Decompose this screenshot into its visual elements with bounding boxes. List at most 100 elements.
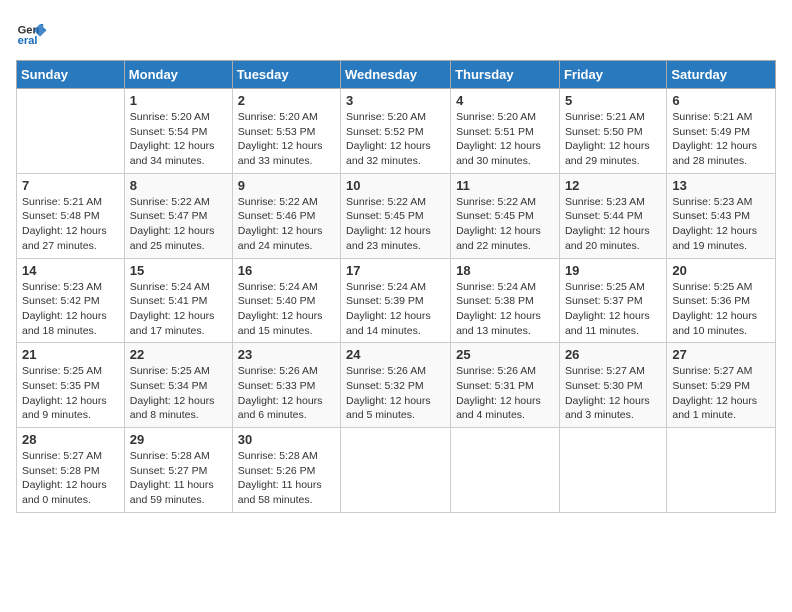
day-number: 27 bbox=[672, 347, 770, 362]
calendar-cell bbox=[451, 428, 560, 513]
calendar-cell: 22Sunrise: 5:25 AM Sunset: 5:34 PM Dayli… bbox=[124, 343, 232, 428]
calendar-cell: 19 Sunrise: 5:25 AM Sunset: 5:37 PM Dayli… bbox=[559, 258, 666, 343]
day-info: Sunrise: 5:20 AM Sunset: 5:52 PM Dayligh… bbox=[346, 110, 445, 169]
calendar-cell: 12 Sunrise: 5:23 AM Sunset: 5:44 PM Dayli… bbox=[559, 173, 666, 258]
day-number: 26 bbox=[565, 347, 661, 362]
day-number: 6 bbox=[672, 93, 770, 108]
day-number: 5 bbox=[565, 93, 661, 108]
calendar-cell: 18 Sunrise: 5:24 AM Sunset: 5:38 PM Dayli… bbox=[451, 258, 560, 343]
page-header: Gen eral bbox=[16, 16, 776, 48]
day-info: Sunrise: 5:24 AM Sunset: 5:40 PM Dayligh… bbox=[238, 280, 335, 339]
calendar-cell: 30Sunrise: 5:28 AM Sunset: 5:26 PM Dayli… bbox=[232, 428, 340, 513]
calendar-cell: 25Sunrise: 5:26 AM Sunset: 5:31 PM Dayli… bbox=[451, 343, 560, 428]
day-number: 9 bbox=[238, 178, 335, 193]
day-info: Sunrise: 5:22 AM Sunset: 5:45 PM Dayligh… bbox=[456, 195, 554, 254]
calendar-cell: 24 Sunrise: 5:26 AM Sunset: 5:32 PM Dayli… bbox=[341, 343, 451, 428]
calendar-cell bbox=[559, 428, 666, 513]
day-number: 18 bbox=[456, 263, 554, 278]
day-number: 11 bbox=[456, 178, 554, 193]
calendar-cell bbox=[667, 428, 776, 513]
day-info: Sunrise: 5:25 AM Sunset: 5:36 PM Dayligh… bbox=[672, 280, 770, 339]
col-header-sunday: Sunday bbox=[17, 61, 125, 89]
day-number: 20 bbox=[672, 263, 770, 278]
day-info: Sunrise: 5:27 AM Sunset: 5:30 PM Dayligh… bbox=[565, 364, 661, 423]
day-number: 24 bbox=[346, 347, 445, 362]
col-header-wednesday: Wednesday bbox=[341, 61, 451, 89]
calendar-cell: 20 Sunrise: 5:25 AM Sunset: 5:36 PM Dayli… bbox=[667, 258, 776, 343]
calendar-cell: 14 Sunrise: 5:23 AM Sunset: 5:42 PM Dayli… bbox=[17, 258, 125, 343]
day-info: Sunrise: 5:25 AM Sunset: 5:37 PM Dayligh… bbox=[565, 280, 661, 339]
calendar-table: SundayMondayTuesdayWednesdayThursdayFrid… bbox=[16, 60, 776, 513]
day-number: 22 bbox=[130, 347, 227, 362]
calendar-cell: 2 Sunrise: 5:20 AM Sunset: 5:53 PM Daylig… bbox=[232, 89, 340, 174]
day-number: 7 bbox=[22, 178, 119, 193]
day-number: 19 bbox=[565, 263, 661, 278]
calendar-cell: 4 Sunrise: 5:20 AM Sunset: 5:51 PM Daylig… bbox=[451, 89, 560, 174]
calendar-cell: 8 Sunrise: 5:22 AM Sunset: 5:47 PM Daylig… bbox=[124, 173, 232, 258]
day-number: 12 bbox=[565, 178, 661, 193]
day-info: Sunrise: 5:21 AM Sunset: 5:50 PM Dayligh… bbox=[565, 110, 661, 169]
day-number: 25 bbox=[456, 347, 554, 362]
week-row-4: 21Sunrise: 5:25 AM Sunset: 5:35 PM Dayli… bbox=[17, 343, 776, 428]
calendar-cell: 7 Sunrise: 5:21 AM Sunset: 5:48 PM Daylig… bbox=[17, 173, 125, 258]
week-row-2: 7 Sunrise: 5:21 AM Sunset: 5:48 PM Daylig… bbox=[17, 173, 776, 258]
day-info: Sunrise: 5:27 AM Sunset: 5:29 PM Dayligh… bbox=[672, 364, 770, 423]
header-row: SundayMondayTuesdayWednesdayThursdayFrid… bbox=[17, 61, 776, 89]
day-number: 28 bbox=[22, 432, 119, 447]
calendar-cell: 16 Sunrise: 5:24 AM Sunset: 5:40 PM Dayli… bbox=[232, 258, 340, 343]
calendar-cell: 13Sunrise: 5:23 AM Sunset: 5:43 PM Dayli… bbox=[667, 173, 776, 258]
calendar-cell: 10Sunrise: 5:22 AM Sunset: 5:45 PM Dayli… bbox=[341, 173, 451, 258]
calendar-cell bbox=[341, 428, 451, 513]
day-info: Sunrise: 5:23 AM Sunset: 5:43 PM Dayligh… bbox=[672, 195, 770, 254]
col-header-friday: Friday bbox=[559, 61, 666, 89]
day-number: 14 bbox=[22, 263, 119, 278]
day-number: 3 bbox=[346, 93, 445, 108]
calendar-cell: 11 Sunrise: 5:22 AM Sunset: 5:45 PM Dayli… bbox=[451, 173, 560, 258]
day-info: Sunrise: 5:28 AM Sunset: 5:27 PM Dayligh… bbox=[130, 449, 227, 508]
day-number: 23 bbox=[238, 347, 335, 362]
day-number: 21 bbox=[22, 347, 119, 362]
day-info: Sunrise: 5:26 AM Sunset: 5:33 PM Dayligh… bbox=[238, 364, 335, 423]
day-info: Sunrise: 5:24 AM Sunset: 5:38 PM Dayligh… bbox=[456, 280, 554, 339]
calendar-cell: 17 Sunrise: 5:24 AM Sunset: 5:39 PM Dayli… bbox=[341, 258, 451, 343]
calendar-cell: 26 Sunrise: 5:27 AM Sunset: 5:30 PM Dayli… bbox=[559, 343, 666, 428]
svg-text:eral: eral bbox=[18, 35, 38, 47]
calendar-cell: 23 Sunrise: 5:26 AM Sunset: 5:33 PM Dayli… bbox=[232, 343, 340, 428]
calendar-cell: 1 Sunrise: 5:20 AM Sunset: 5:54 PM Daylig… bbox=[124, 89, 232, 174]
calendar-cell: 9 Sunrise: 5:22 AM Sunset: 5:46 PM Daylig… bbox=[232, 173, 340, 258]
day-info: Sunrise: 5:24 AM Sunset: 5:39 PM Dayligh… bbox=[346, 280, 445, 339]
day-info: Sunrise: 5:21 AM Sunset: 5:48 PM Dayligh… bbox=[22, 195, 119, 254]
day-number: 17 bbox=[346, 263, 445, 278]
calendar-cell: 3 Sunrise: 5:20 AM Sunset: 5:52 PM Daylig… bbox=[341, 89, 451, 174]
day-number: 16 bbox=[238, 263, 335, 278]
day-info: Sunrise: 5:26 AM Sunset: 5:32 PM Dayligh… bbox=[346, 364, 445, 423]
col-header-thursday: Thursday bbox=[451, 61, 560, 89]
day-info: Sunrise: 5:20 AM Sunset: 5:54 PM Dayligh… bbox=[130, 110, 227, 169]
calendar-cell: 6 Sunrise: 5:21 AM Sunset: 5:49 PM Daylig… bbox=[667, 89, 776, 174]
day-info: Sunrise: 5:20 AM Sunset: 5:51 PM Dayligh… bbox=[456, 110, 554, 169]
calendar-cell: 27 Sunrise: 5:27 AM Sunset: 5:29 PM Dayli… bbox=[667, 343, 776, 428]
day-number: 30 bbox=[238, 432, 335, 447]
calendar-cell: 28 Sunrise: 5:27 AM Sunset: 5:28 PM Dayli… bbox=[17, 428, 125, 513]
week-row-3: 14 Sunrise: 5:23 AM Sunset: 5:42 PM Dayli… bbox=[17, 258, 776, 343]
calendar-cell: 29Sunrise: 5:28 AM Sunset: 5:27 PM Dayli… bbox=[124, 428, 232, 513]
day-info: Sunrise: 5:20 AM Sunset: 5:53 PM Dayligh… bbox=[238, 110, 335, 169]
week-row-1: 1 Sunrise: 5:20 AM Sunset: 5:54 PM Daylig… bbox=[17, 89, 776, 174]
day-info: Sunrise: 5:22 AM Sunset: 5:47 PM Dayligh… bbox=[130, 195, 227, 254]
day-number: 1 bbox=[130, 93, 227, 108]
calendar-cell bbox=[17, 89, 125, 174]
day-info: Sunrise: 5:22 AM Sunset: 5:45 PM Dayligh… bbox=[346, 195, 445, 254]
day-number: 2 bbox=[238, 93, 335, 108]
day-info: Sunrise: 5:24 AM Sunset: 5:41 PM Dayligh… bbox=[130, 280, 227, 339]
day-number: 4 bbox=[456, 93, 554, 108]
day-info: Sunrise: 5:23 AM Sunset: 5:44 PM Dayligh… bbox=[565, 195, 661, 254]
col-header-tuesday: Tuesday bbox=[232, 61, 340, 89]
logo-icon: Gen eral bbox=[16, 16, 48, 48]
day-info: Sunrise: 5:22 AM Sunset: 5:46 PM Dayligh… bbox=[238, 195, 335, 254]
day-info: Sunrise: 5:27 AM Sunset: 5:28 PM Dayligh… bbox=[22, 449, 119, 508]
day-number: 8 bbox=[130, 178, 227, 193]
calendar-cell: 5 Sunrise: 5:21 AM Sunset: 5:50 PM Daylig… bbox=[559, 89, 666, 174]
calendar-cell: 21Sunrise: 5:25 AM Sunset: 5:35 PM Dayli… bbox=[17, 343, 125, 428]
day-info: Sunrise: 5:23 AM Sunset: 5:42 PM Dayligh… bbox=[22, 280, 119, 339]
day-info: Sunrise: 5:21 AM Sunset: 5:49 PM Dayligh… bbox=[672, 110, 770, 169]
